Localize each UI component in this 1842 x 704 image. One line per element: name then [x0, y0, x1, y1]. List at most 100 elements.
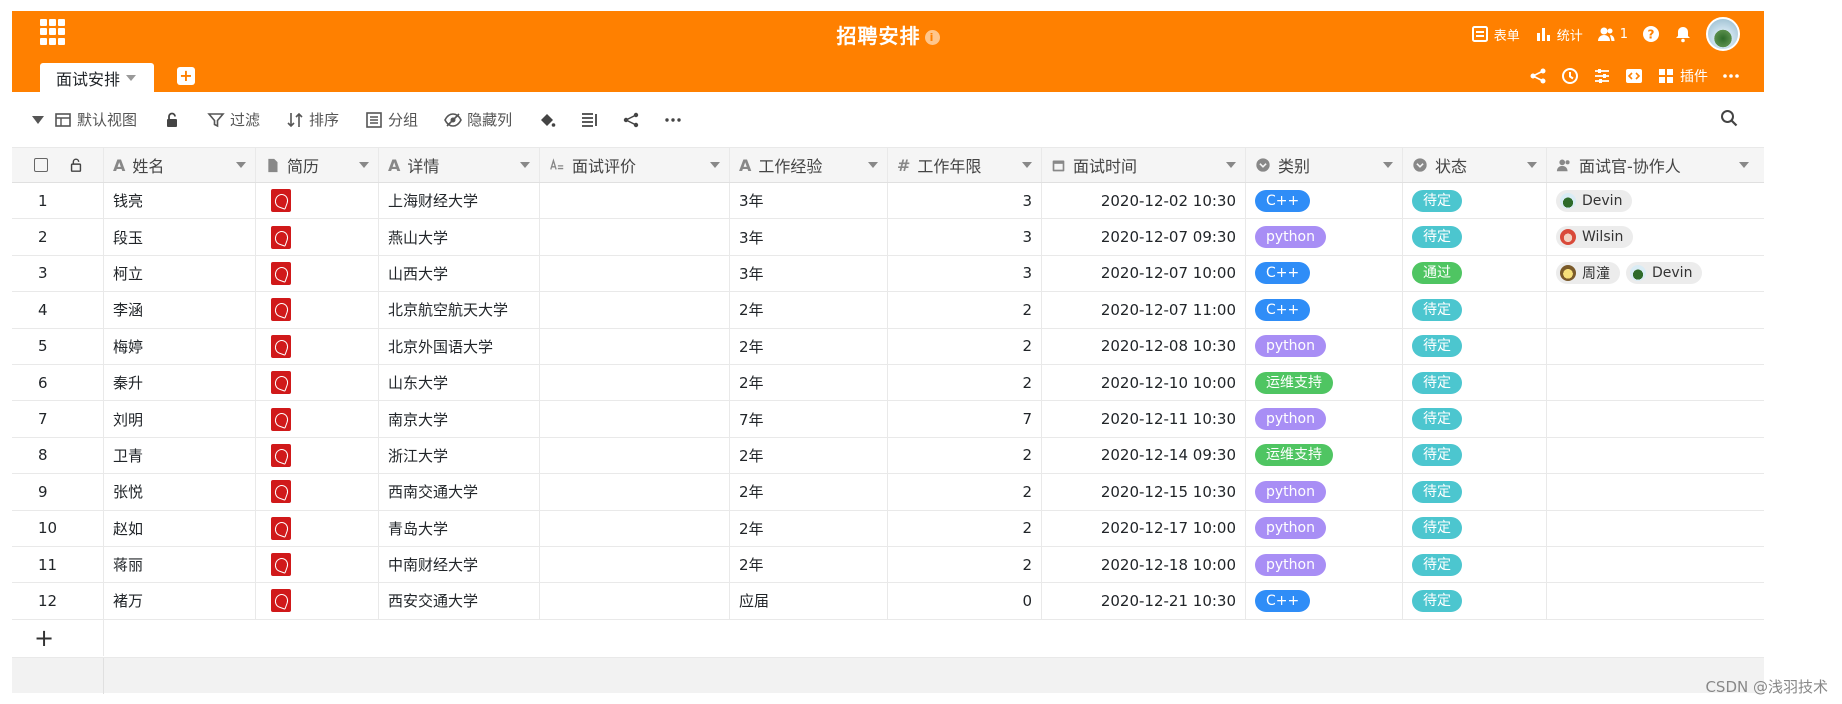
- column-header-time[interactable]: 面试时间: [1042, 148, 1246, 182]
- staff-cell[interactable]: 周潼 Devin: [1547, 256, 1758, 291]
- time-cell[interactable]: 2020-12-07 11:00: [1042, 292, 1246, 328]
- status-cell[interactable]: 待定: [1403, 328, 1547, 364]
- experience-cell[interactable]: 3年: [730, 255, 888, 292]
- time-cell[interactable]: 2020-12-10 10:00: [1042, 364, 1246, 401]
- column-header-years[interactable]: # 工作年限: [888, 148, 1042, 182]
- name-cell[interactable]: 钱亮: [104, 183, 256, 219]
- search-icon[interactable]: [1720, 109, 1738, 127]
- pdf-file-icon[interactable]: [271, 443, 291, 467]
- table-row[interactable]: 8 卫青 浙江大学 2年 2 2020-12-14 09:30 运维支持 待定: [12, 437, 1764, 475]
- status-cell[interactable]: 待定: [1403, 401, 1547, 437]
- eval-cell[interactable]: [540, 183, 730, 219]
- type-cell[interactable]: python: [1246, 219, 1403, 255]
- chevron-down-icon[interactable]: [126, 74, 137, 81]
- experience-cell[interactable]: 应届: [730, 583, 888, 619]
- pdf-file-icon[interactable]: [271, 371, 291, 395]
- years-cell[interactable]: 2: [888, 364, 1042, 401]
- table-row[interactable]: 11 蒋丽 中南财经大学 2年 2 2020-12-18 10:00 python 待定: [12, 546, 1764, 584]
- table-row[interactable]: 5 梅婷 北京外国语大学 2年 2 2020-12-08 10:30 python 待定: [12, 328, 1764, 365]
- chevron-down-icon[interactable]: [1226, 162, 1236, 168]
- form-button[interactable]: 表单: [1471, 25, 1520, 44]
- chevron-down-icon[interactable]: [1022, 162, 1032, 168]
- collaborator-chip[interactable]: Devin: [1556, 189, 1633, 212]
- time-cell[interactable]: 2020-12-02 10:30: [1042, 183, 1246, 219]
- time-cell[interactable]: 2020-12-14 09:30: [1042, 437, 1246, 474]
- name-cell[interactable]: 李涵: [104, 292, 256, 328]
- resume-cell[interactable]: [256, 364, 379, 401]
- pdf-file-icon[interactable]: [271, 261, 291, 285]
- pdf-file-icon[interactable]: [271, 480, 291, 504]
- name-cell[interactable]: 卫青: [104, 437, 256, 474]
- experience-cell[interactable]: 3年: [730, 183, 888, 219]
- eval-cell[interactable]: [540, 364, 730, 401]
- settings-sliders-icon[interactable]: [1593, 67, 1611, 85]
- eval-cell[interactable]: [540, 583, 730, 619]
- type-cell[interactable]: C++: [1246, 292, 1403, 328]
- row-height-icon[interactable]: [580, 111, 598, 129]
- chevron-down-icon[interactable]: [359, 162, 369, 168]
- status-cell[interactable]: 待定: [1403, 183, 1547, 219]
- type-cell[interactable]: C++: [1246, 183, 1403, 219]
- years-cell[interactable]: 2: [888, 437, 1042, 474]
- experience-cell[interactable]: 2年: [730, 328, 888, 364]
- resume-cell[interactable]: [256, 583, 379, 619]
- type-cell[interactable]: python: [1246, 401, 1403, 437]
- resume-cell[interactable]: [256, 328, 379, 364]
- years-cell[interactable]: 3: [888, 219, 1042, 255]
- unlock-icon[interactable]: [68, 157, 84, 173]
- table-row[interactable]: 4 李涵 北京航空航天大学 2年 2 2020-12-07 11:00 C++ 待定: [12, 292, 1764, 329]
- collaborator-chip[interactable]: Devin: [1626, 262, 1703, 285]
- staff-cell[interactable]: [1547, 292, 1758, 327]
- eval-cell[interactable]: [540, 437, 730, 474]
- staff-cell[interactable]: [1547, 438, 1758, 473]
- collaborator-chip[interactable]: Wilsin: [1556, 226, 1634, 249]
- time-cell[interactable]: 2020-12-11 10:30: [1042, 401, 1246, 437]
- detail-cell[interactable]: 中南财经大学: [379, 546, 540, 583]
- eval-cell[interactable]: [540, 328, 730, 364]
- experience-cell[interactable]: 2年: [730, 364, 888, 401]
- eval-cell[interactable]: [540, 510, 730, 546]
- years-cell[interactable]: 2: [888, 292, 1042, 328]
- experience-cell[interactable]: 2年: [730, 292, 888, 328]
- type-cell[interactable]: C++: [1246, 583, 1403, 619]
- years-cell[interactable]: 2: [888, 328, 1042, 364]
- members-button[interactable]: 1: [1597, 25, 1628, 43]
- years-cell[interactable]: 2: [888, 510, 1042, 546]
- name-cell[interactable]: 秦升: [104, 364, 256, 401]
- eval-cell[interactable]: [540, 255, 730, 292]
- filter-button[interactable]: 过滤: [207, 109, 260, 130]
- detail-cell[interactable]: 北京外国语大学: [379, 328, 540, 364]
- column-header-eval[interactable]: 面试评价: [540, 148, 730, 182]
- chevron-down-icon[interactable]: [1527, 162, 1537, 168]
- time-cell[interactable]: 2020-12-21 10:30: [1042, 583, 1246, 619]
- years-cell[interactable]: 0: [888, 583, 1042, 619]
- table-row[interactable]: 3 柯立 山西大学 3年 3 2020-12-07 10:00 C++ 通过 周潼 Devin: [12, 255, 1764, 293]
- eval-cell[interactable]: [540, 401, 730, 437]
- staff-cell[interactable]: [1547, 547, 1758, 582]
- status-cell[interactable]: 通过: [1403, 255, 1547, 292]
- more-options-icon[interactable]: [664, 111, 682, 129]
- table-row[interactable]: 1 钱亮 上海财经大学 3年 3 2020-12-02 10:30 C++ 待定 Devin: [12, 183, 1764, 220]
- table-row[interactable]: 6 秦升 山东大学 2年 2 2020-12-10 10:00 运维支持 待定: [12, 364, 1764, 402]
- detail-cell[interactable]: 浙江大学: [379, 437, 540, 474]
- staff-cell[interactable]: [1547, 365, 1758, 400]
- experience-cell[interactable]: 2年: [730, 474, 888, 510]
- lock-icon[interactable]: [163, 111, 181, 129]
- column-header-status[interactable]: 状态: [1403, 148, 1547, 182]
- years-cell[interactable]: 3: [888, 183, 1042, 219]
- eval-cell[interactable]: [540, 219, 730, 255]
- time-cell[interactable]: 2020-12-15 10:30: [1042, 474, 1246, 510]
- detail-cell[interactable]: 山西大学: [379, 255, 540, 292]
- staff-cell[interactable]: [1547, 583, 1758, 618]
- group-button[interactable]: 分组: [365, 109, 418, 130]
- column-header-detail[interactable]: A 详情: [379, 148, 540, 182]
- resume-cell[interactable]: [256, 510, 379, 546]
- resume-cell[interactable]: [256, 292, 379, 328]
- years-cell[interactable]: 2: [888, 546, 1042, 583]
- status-cell[interactable]: 待定: [1403, 364, 1547, 401]
- pdf-file-icon[interactable]: [271, 189, 291, 213]
- pdf-file-icon[interactable]: [271, 589, 291, 613]
- chevron-down-icon[interactable]: [1739, 162, 1749, 168]
- status-cell[interactable]: 待定: [1403, 583, 1547, 619]
- history-icon[interactable]: [1561, 67, 1579, 85]
